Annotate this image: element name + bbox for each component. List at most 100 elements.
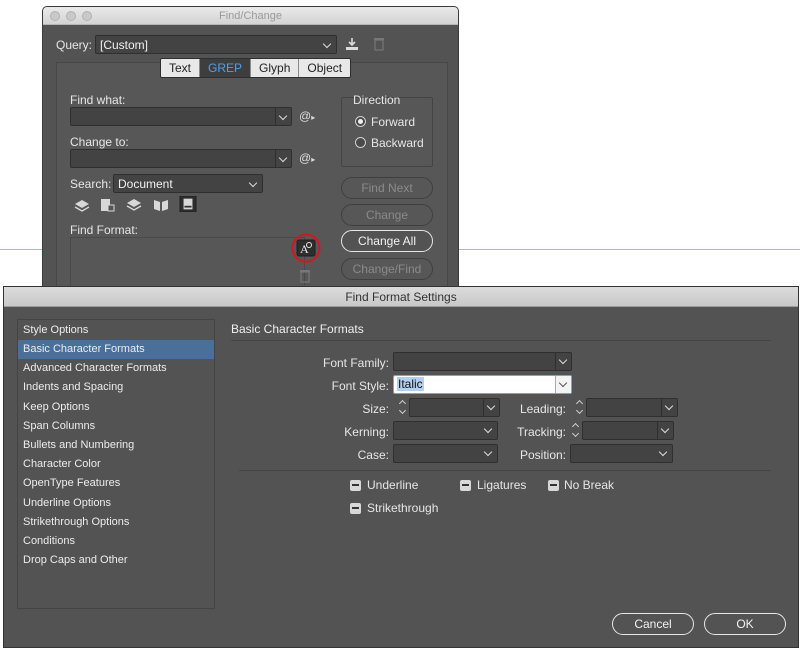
search-label: Search: <box>70 177 112 191</box>
leading-select[interactable] <box>586 398 678 417</box>
query-label: Query: <box>56 38 93 52</box>
category-character-color[interactable]: Character Color <box>18 455 214 474</box>
find-format-label: Find Format: <box>70 223 139 237</box>
zoom-window-button[interactable] <box>82 11 92 21</box>
include-hidden-layers-icon[interactable] <box>125 197 143 213</box>
position-select[interactable] <box>570 444 673 463</box>
include-master-pages-icon[interactable] <box>152 197 170 213</box>
find-format-box[interactable] <box>70 237 305 287</box>
forward-label: Forward <box>371 115 416 129</box>
query-value: [Custom] <box>100 38 149 52</box>
category-indents-and-spacing[interactable]: Indents and Spacing <box>18 378 214 397</box>
underline-checkbox[interactable] <box>350 480 361 491</box>
position-label: Position: <box>519 448 566 462</box>
search-scope-select[interactable]: Document <box>113 174 263 193</box>
category-style-options[interactable]: Style Options <box>18 321 214 340</box>
query-select[interactable]: [Custom] <box>95 35 337 54</box>
category-opentype-features[interactable]: OpenType Features <box>18 474 214 493</box>
tab-object[interactable]: Object <box>299 59 351 77</box>
chevron-down-icon[interactable] <box>555 353 571 370</box>
include-footnotes-icon[interactable] <box>179 196 197 212</box>
chevron-down-icon[interactable] <box>275 150 291 167</box>
underline-label: Underline <box>367 478 419 492</box>
tracking-select[interactable] <box>582 421 674 440</box>
chevron-down-icon[interactable] <box>555 376 571 393</box>
category-underline-options[interactable]: Underline Options <box>18 494 214 513</box>
chevron-down-icon <box>246 175 262 192</box>
save-query-icon[interactable] <box>345 37 359 51</box>
font-style-value: Italic <box>397 377 424 391</box>
tab-text[interactable]: Text <box>161 59 201 77</box>
change-all-button[interactable]: Change All <box>341 230 433 252</box>
tracking-stepper[interactable] <box>570 421 582 440</box>
size-stepper[interactable] <box>397 398 409 417</box>
window-title: Find/Change <box>219 10 282 22</box>
ligatures-label: Ligatures <box>477 478 527 492</box>
section-title: Basic Character Formats <box>231 322 364 336</box>
case-label: Case: <box>357 448 389 462</box>
category-drop-caps-and-other[interactable]: Drop Caps and Other <box>18 551 214 570</box>
category-bullets-and-numbering[interactable]: Bullets and Numbering <box>18 436 214 455</box>
include-locked-layers-icon[interactable] <box>73 197 91 213</box>
minimize-window-button[interactable] <box>66 11 76 21</box>
ok-button[interactable]: OK <box>704 613 786 635</box>
category-conditions[interactable]: Conditions <box>18 532 214 551</box>
chevron-down-icon[interactable] <box>661 399 677 416</box>
font-style-label: Font Style: <box>331 379 389 393</box>
window-title-bar[interactable]: Find/Change <box>43 7 458 25</box>
chevron-down-icon[interactable] <box>656 445 672 462</box>
case-select[interactable] <box>393 444 498 463</box>
change-to-label: Change to: <box>70 135 129 149</box>
cancel-button[interactable]: Cancel <box>612 613 694 635</box>
direction-label: Direction <box>353 93 401 107</box>
include-locked-stories-icon[interactable] <box>98 197 116 213</box>
size-label: Size: <box>362 402 389 416</box>
category-basic-character-formats[interactable]: Basic Character Formats <box>18 340 214 359</box>
category-list: Style Options Basic Character Formats Ad… <box>17 319 215 609</box>
font-family-select[interactable] <box>393 352 572 371</box>
svg-text:A: A <box>300 242 309 256</box>
special-characters-icon[interactable]: @▸ <box>299 109 315 123</box>
change-find-button[interactable]: Change/Find <box>341 258 433 280</box>
font-style-select[interactable]: Italic <box>393 375 572 394</box>
direction-group <box>341 97 433 167</box>
category-keep-options[interactable]: Keep Options <box>18 398 214 417</box>
find-what-label: Find what: <box>70 93 126 107</box>
delete-query-icon[interactable] <box>373 37 385 51</box>
chevron-down-icon[interactable] <box>657 422 673 439</box>
kerning-label: Kerning: <box>344 425 389 439</box>
category-advanced-character-formats[interactable]: Advanced Character Formats <box>18 359 214 378</box>
forward-radio[interactable] <box>355 116 366 127</box>
section-divider <box>231 340 771 341</box>
kerning-select[interactable] <box>393 421 498 440</box>
find-format-settings-dialog: Find Format Settings Style Options Basic… <box>3 286 799 648</box>
tab-grep[interactable]: GREP <box>200 59 252 77</box>
mode-tabs: Text GREP Glyph Object <box>160 58 352 78</box>
clear-format-icon[interactable] <box>299 269 311 283</box>
find-what-input[interactable] <box>70 107 292 126</box>
dialog-title-bar[interactable]: Find Format Settings <box>4 287 798 307</box>
category-span-columns[interactable]: Span Columns <box>18 417 214 436</box>
no-break-checkbox[interactable] <box>548 480 559 491</box>
change-to-input[interactable] <box>70 149 292 168</box>
options-divider <box>239 470 771 471</box>
backward-label: Backward <box>371 136 424 150</box>
chevron-down-icon[interactable] <box>275 108 291 125</box>
strikethrough-label: Strikethrough <box>367 501 439 515</box>
specify-attributes-button[interactable]: A <box>291 233 321 263</box>
ligatures-checkbox[interactable] <box>460 480 471 491</box>
chevron-down-icon <box>320 36 336 53</box>
close-window-button[interactable] <box>50 11 60 21</box>
find-next-button[interactable]: Find Next <box>341 177 433 199</box>
strikethrough-checkbox[interactable] <box>350 503 361 514</box>
category-strikethrough-options[interactable]: Strikethrough Options <box>18 513 214 532</box>
leading-stepper[interactable] <box>574 398 586 417</box>
backward-radio[interactable] <box>355 137 366 148</box>
font-family-label: Font Family: <box>322 356 389 370</box>
special-characters-icon[interactable]: @▸ <box>299 151 315 165</box>
find-change-window: Find/Change Query: [Custom] Text GREP Gl… <box>42 6 459 306</box>
change-button[interactable]: Change <box>341 204 433 226</box>
no-break-label: No Break <box>564 478 615 492</box>
tracking-label: Tracking: <box>517 425 566 439</box>
tab-glyph[interactable]: Glyph <box>251 59 300 77</box>
